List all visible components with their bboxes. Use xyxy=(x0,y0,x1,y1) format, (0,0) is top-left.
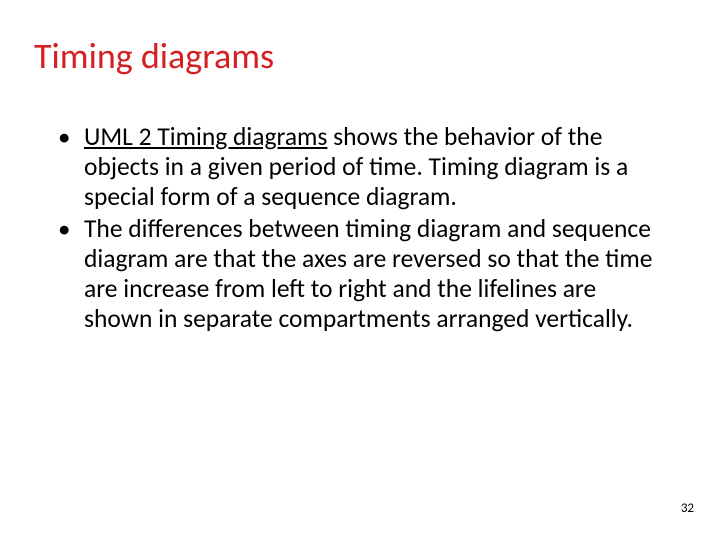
bullet-list: UML 2 Timing diagrams shows the behavior… xyxy=(58,122,668,335)
slide: Timing diagrams UML 2 Timing diagrams sh… xyxy=(0,0,720,540)
bullet-item: UML 2 Timing diagrams shows the behavior… xyxy=(58,122,668,212)
uml-link[interactable]: UML 2 Timing diagrams xyxy=(84,121,327,152)
bullet-item: The differences between timing diagram a… xyxy=(58,214,668,334)
page-number: 32 xyxy=(681,501,694,516)
slide-body: UML 2 Timing diagrams shows the behavior… xyxy=(58,122,668,337)
slide-title: Timing diagrams xyxy=(34,34,274,78)
bullet-text: The differences between timing diagram a… xyxy=(84,213,652,334)
